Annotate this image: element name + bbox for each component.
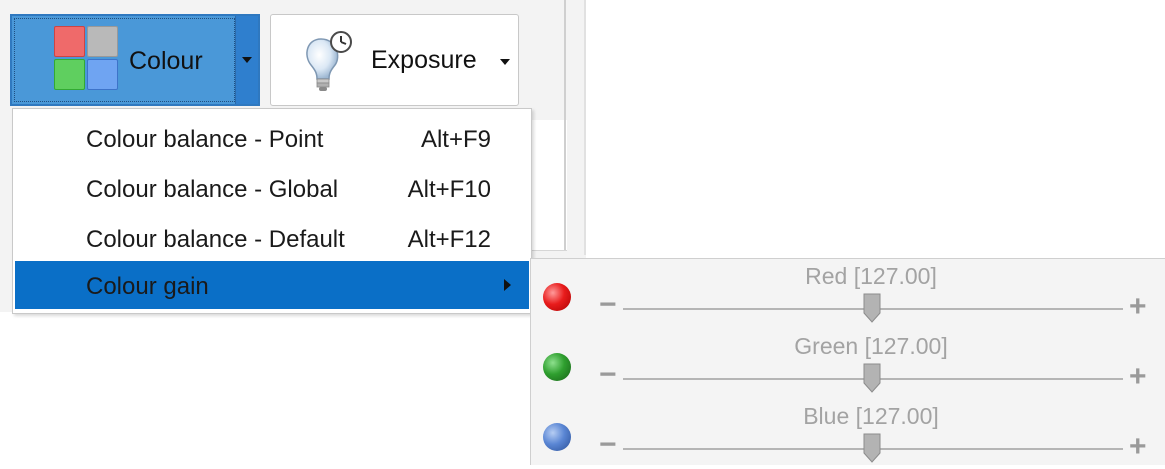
blue-gain-slider-row: Blue [127.00] − + <box>531 399 1165 469</box>
menu-item-shortcut: Alt+F10 <box>407 176 491 203</box>
panel-divider <box>564 0 566 250</box>
menu-item-colour-balance-point[interactable]: Colour balance - Point Alt+F9 <box>15 114 529 162</box>
menu-item-shortcut: Alt+F12 <box>407 226 491 253</box>
menu-item-label: Colour gain <box>86 273 209 300</box>
red-gain-decrease-button[interactable]: − <box>599 290 617 320</box>
blue-gain-decrease-button[interactable]: − <box>599 430 617 460</box>
menu-item-colour-balance-default[interactable]: Colour balance - Default Alt+F12 <box>15 214 529 262</box>
menu-item-label: Colour balance - Global <box>86 176 339 203</box>
blue-ball-icon <box>543 423 571 451</box>
colour-gain-submenu: Red [127.00] − + Green [127.00] − + Blue… <box>530 258 1165 465</box>
chevron-down-icon <box>500 59 510 65</box>
chevron-down-icon <box>242 57 253 63</box>
colour-dropdown-menu: Colour balance - Point Alt+F9 Colour bal… <box>12 108 532 314</box>
menu-item-colour-gain[interactable]: Colour gain <box>15 261 529 309</box>
red-gain-label: Red [127.00] <box>805 263 937 289</box>
red-gain-slider-row: Red [127.00] − + <box>531 259 1165 329</box>
colour-split-button[interactable]: Colour <box>10 14 260 106</box>
green-gain-decrease-button[interactable]: − <box>599 360 617 390</box>
colour-button[interactable]: Colour <box>12 16 236 104</box>
blue-gain-increase-button[interactable]: + <box>1129 432 1147 462</box>
menu-item-colour-balance-global[interactable]: Colour balance - Global Alt+F10 <box>15 164 529 212</box>
green-ball-icon <box>543 353 571 381</box>
blue-gain-slider-thumb[interactable] <box>863 433 881 463</box>
colour-grid-icon <box>54 26 118 90</box>
red-gain-slider-thumb[interactable] <box>863 293 881 323</box>
exposure-dropdown-arrow[interactable] <box>500 59 510 65</box>
red-ball-icon <box>543 283 571 311</box>
menu-item-label: Colour balance - Point <box>86 126 324 153</box>
green-gain-increase-button[interactable]: + <box>1129 362 1147 392</box>
blue-gain-label: Blue [127.00] <box>803 403 939 429</box>
panel-divider <box>584 0 586 255</box>
red-gain-increase-button[interactable]: + <box>1129 292 1147 322</box>
menu-item-label: Colour balance - Default <box>86 226 345 253</box>
lightbulb-clock-icon <box>306 31 352 91</box>
green-gain-slider-row: Green [127.00] − + <box>531 329 1165 399</box>
colour-button-label: Colour <box>129 47 203 75</box>
chevron-right-icon <box>504 279 511 291</box>
menu-item-shortcut: Alt+F9 <box>420 126 491 153</box>
colour-dropdown-arrow[interactable] <box>235 16 258 104</box>
green-gain-slider-thumb[interactable] <box>863 363 881 393</box>
panel-background <box>530 120 567 251</box>
green-gain-label: Green [127.00] <box>794 333 948 359</box>
exposure-split-button[interactable]: Exposure <box>270 14 519 106</box>
exposure-button-label: Exposure <box>371 46 477 74</box>
